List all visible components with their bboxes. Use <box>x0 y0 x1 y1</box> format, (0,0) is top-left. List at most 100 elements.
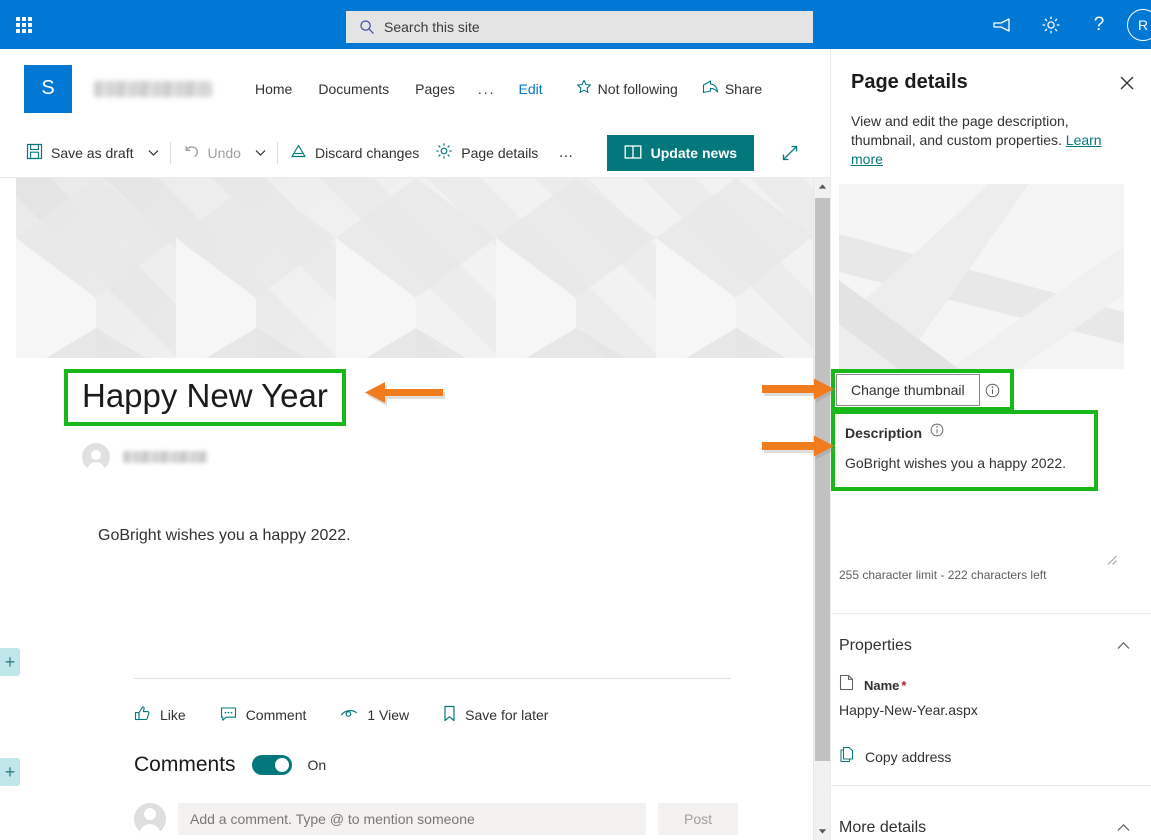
page-details-button[interactable]: Page details <box>427 135 546 171</box>
copy-address-button[interactable]: Copy address <box>839 746 951 768</box>
panel-header: Page details <box>831 49 1151 94</box>
copy-address-label: Copy address <box>865 749 952 765</box>
site-header: S Home Documents Pages ... Edit Not foll… <box>0 49 830 128</box>
page-thumbnail-preview <box>839 184 1124 369</box>
views-label: 1 View <box>367 707 410 723</box>
site-logo[interactable]: S <box>24 64 72 113</box>
comments-title: Comments <box>134 753 236 776</box>
site-header-actions: Not following Share <box>566 71 773 106</box>
nav-item-overflow[interactable]: ... <box>468 73 506 105</box>
avatar[interactable]: R <box>1127 8 1151 41</box>
comments-header: Comments On <box>134 753 326 777</box>
page-canvas: Happy New Year GoBright wishes you a hap… <box>0 178 830 840</box>
byline <box>82 443 207 471</box>
comment-button[interactable]: Comment <box>220 706 307 725</box>
comments-toggle[interactable] <box>251 755 292 775</box>
like-button[interactable]: Like <box>134 705 186 725</box>
page-body-text[interactable]: GoBright wishes you a happy 2022. <box>98 525 351 547</box>
nav-item-edit[interactable]: Edit <box>506 73 556 105</box>
suite-bar-actions: ? R <box>979 0 1151 49</box>
hero-banner-image <box>16 178 813 358</box>
share-button[interactable]: Share <box>692 71 772 106</box>
search-placeholder-text: Search this site <box>384 19 480 35</box>
page-details-panel: Page details View and edit the page desc… <box>830 49 1151 840</box>
change-thumbnail-button[interactable]: Change thumbnail <box>836 374 980 406</box>
description-info-icon[interactable] <box>930 423 944 442</box>
document-icon <box>839 674 854 696</box>
views-indicator[interactable]: 1 View <box>340 707 409 724</box>
close-icon[interactable] <box>1111 67 1143 99</box>
canvas-scrollbar[interactable] <box>813 178 830 840</box>
nav-item-documents[interactable]: Documents <box>305 73 402 105</box>
required-asterisk: * <box>901 677 907 693</box>
post-comment-button[interactable]: Post <box>658 803 738 835</box>
suite-bar: Search this site ? R <box>0 0 1151 49</box>
thumbs-up-icon <box>134 705 151 725</box>
gear-icon[interactable] <box>1027 0 1075 49</box>
scroll-up-arrow-icon[interactable] <box>814 178 831 195</box>
help-icon[interactable]: ? <box>1075 0 1123 49</box>
add-section-button-top[interactable]: + <box>0 648 20 676</box>
page-details-gear-icon <box>435 142 453 163</box>
share-icon <box>702 79 719 98</box>
site-navigation: Home Documents Pages ... Edit <box>242 73 556 105</box>
undo-label: Undo <box>207 144 241 161</box>
undo-button[interactable]: Undo <box>175 135 249 171</box>
description-field-highlight: Description GoBright wishes you a happy … <box>831 410 1098 491</box>
property-name-value[interactable]: Happy-New-Year.aspx <box>839 702 978 718</box>
panel-description: View and edit the page description, thum… <box>831 94 1151 169</box>
eye-icon <box>340 707 358 724</box>
news-icon <box>624 144 642 163</box>
panel-title: Page details <box>851 71 968 93</box>
save-for-later-label: Save for later <box>465 707 549 723</box>
scroll-down-arrow-icon[interactable] <box>814 823 831 840</box>
description-textarea[interactable]: GoBright wishes you a happy 2022. <box>845 455 1084 471</box>
save-as-draft-button[interactable]: Save as draft <box>18 135 142 171</box>
like-label: Like <box>160 707 186 723</box>
app-launcher-button[interactable] <box>0 0 48 49</box>
comment-input[interactable]: Add a comment. Type @ to mention someone <box>178 803 646 835</box>
search-icon <box>356 19 378 35</box>
sharepoint-page-editor: Search this site ? R S Home Documents Pa… <box>0 0 1151 840</box>
page-title-highlight: Happy New Year <box>64 369 346 426</box>
thumbnail-info-icon[interactable] <box>980 383 1006 398</box>
bookmark-icon <box>443 705 456 725</box>
comment-compose-row: Add a comment. Type @ to mention someone… <box>134 803 738 835</box>
author-avatar-icon <box>82 443 110 471</box>
divider <box>831 613 1151 614</box>
expand-icon[interactable] <box>772 135 808 171</box>
scrollbar-thumb[interactable] <box>815 198 830 761</box>
megaphone-icon[interactable] <box>979 0 1027 49</box>
chevron-up-icon <box>1117 819 1130 837</box>
copy-icon <box>839 746 855 768</box>
character-limit-text: 255 character limit - 222 characters lef… <box>839 568 1047 582</box>
update-news-button[interactable]: Update news <box>606 135 754 171</box>
page-body: Happy New Year GoBright wishes you a hap… <box>16 358 813 840</box>
description-resize-handle[interactable] <box>1104 552 1118 566</box>
search-input[interactable]: Search this site <box>346 11 813 43</box>
update-news-label: Update news <box>650 145 737 161</box>
view-count-label: Comment <box>245 707 307 723</box>
undo-options-chevron-down-icon[interactable] <box>249 135 273 171</box>
description-label-row: Description <box>845 423 1084 442</box>
save-for-later-button[interactable]: Save for later <box>443 705 548 725</box>
comment-icon <box>220 706 237 725</box>
properties-section-header[interactable]: Properties <box>831 624 1151 668</box>
comments-toggle-state: On <box>307 757 327 773</box>
discard-changes-button[interactable]: Discard changes <box>282 135 427 171</box>
save-options-chevron-down-icon[interactable] <box>142 135 166 171</box>
command-bar: Save as draft Undo Discard changes Page <box>0 128 830 178</box>
discard-changes-label: Discard changes <box>314 144 420 161</box>
more-details-section-header[interactable]: More details <box>831 806 1151 840</box>
not-following-label: Not following <box>597 80 678 97</box>
author-name-redacted <box>123 451 207 463</box>
add-section-button-bottom[interactable]: + <box>0 758 20 786</box>
nav-item-home[interactable]: Home <box>242 73 305 105</box>
share-label: Share <box>724 80 763 97</box>
description-label: Description <box>845 424 923 441</box>
not-following-button[interactable]: Not following <box>566 71 688 106</box>
nav-item-pages[interactable]: Pages <box>402 73 468 105</box>
page-title[interactable]: Happy New Year <box>82 377 328 416</box>
command-bar-overflow-button[interactable]: … <box>546 144 587 161</box>
page-title-region: Happy New Year <box>64 369 346 426</box>
